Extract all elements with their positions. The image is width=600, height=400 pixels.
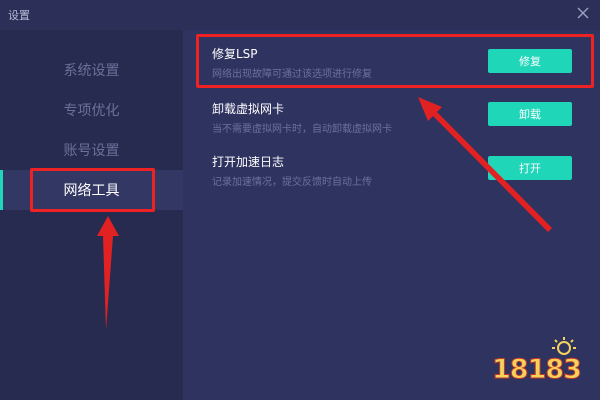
tool-description: 网络出现故障可通过该选项进行修复 <box>212 69 372 80</box>
sidebar-item-label: 网络工具 <box>63 183 120 199</box>
open-button[interactable]: 打开 <box>488 156 572 180</box>
tool-title: 卸载虚拟网卡 <box>212 102 285 116</box>
watermark-logo: 18183 <box>492 336 586 392</box>
window-title: 设置 <box>8 9 30 22</box>
sidebar-item-network-tools[interactable]: 网络工具 <box>0 170 183 210</box>
uninstall-button[interactable]: 卸载 <box>488 102 572 126</box>
sidebar-item-label: 账号设置 <box>63 143 120 159</box>
sidebar-item-label: 专项优化 <box>63 103 120 119</box>
repair-button[interactable]: 修复 <box>488 49 572 73</box>
sidebar-item-account-settings[interactable]: 账号设置 <box>0 130 183 170</box>
tool-title: 修复LSP <box>212 47 258 61</box>
title-bar: 设置 <box>0 0 600 30</box>
sidebar-item-optimization[interactable]: 专项优化 <box>0 90 183 130</box>
sidebar-item-system-settings[interactable]: 系统设置 <box>0 50 183 90</box>
tool-title: 打开加速日志 <box>212 155 285 169</box>
watermark-text: 18183 <box>492 354 583 386</box>
sidebar: 系统设置 专项优化 账号设置 网络工具 <box>0 30 183 400</box>
sidebar-item-label: 系统设置 <box>63 63 120 79</box>
settings-window: 设置 系统设置 专项优化 账号设置 网络工具 修复LSP 网络出现故障可通过该选… <box>0 0 600 400</box>
tool-description: 当不需要虚拟网卡时，自动卸载虚拟网卡 <box>212 124 392 135</box>
close-icon[interactable] <box>574 4 592 22</box>
tool-description: 记录加速情况，提交反馈时自动上传 <box>212 177 372 188</box>
